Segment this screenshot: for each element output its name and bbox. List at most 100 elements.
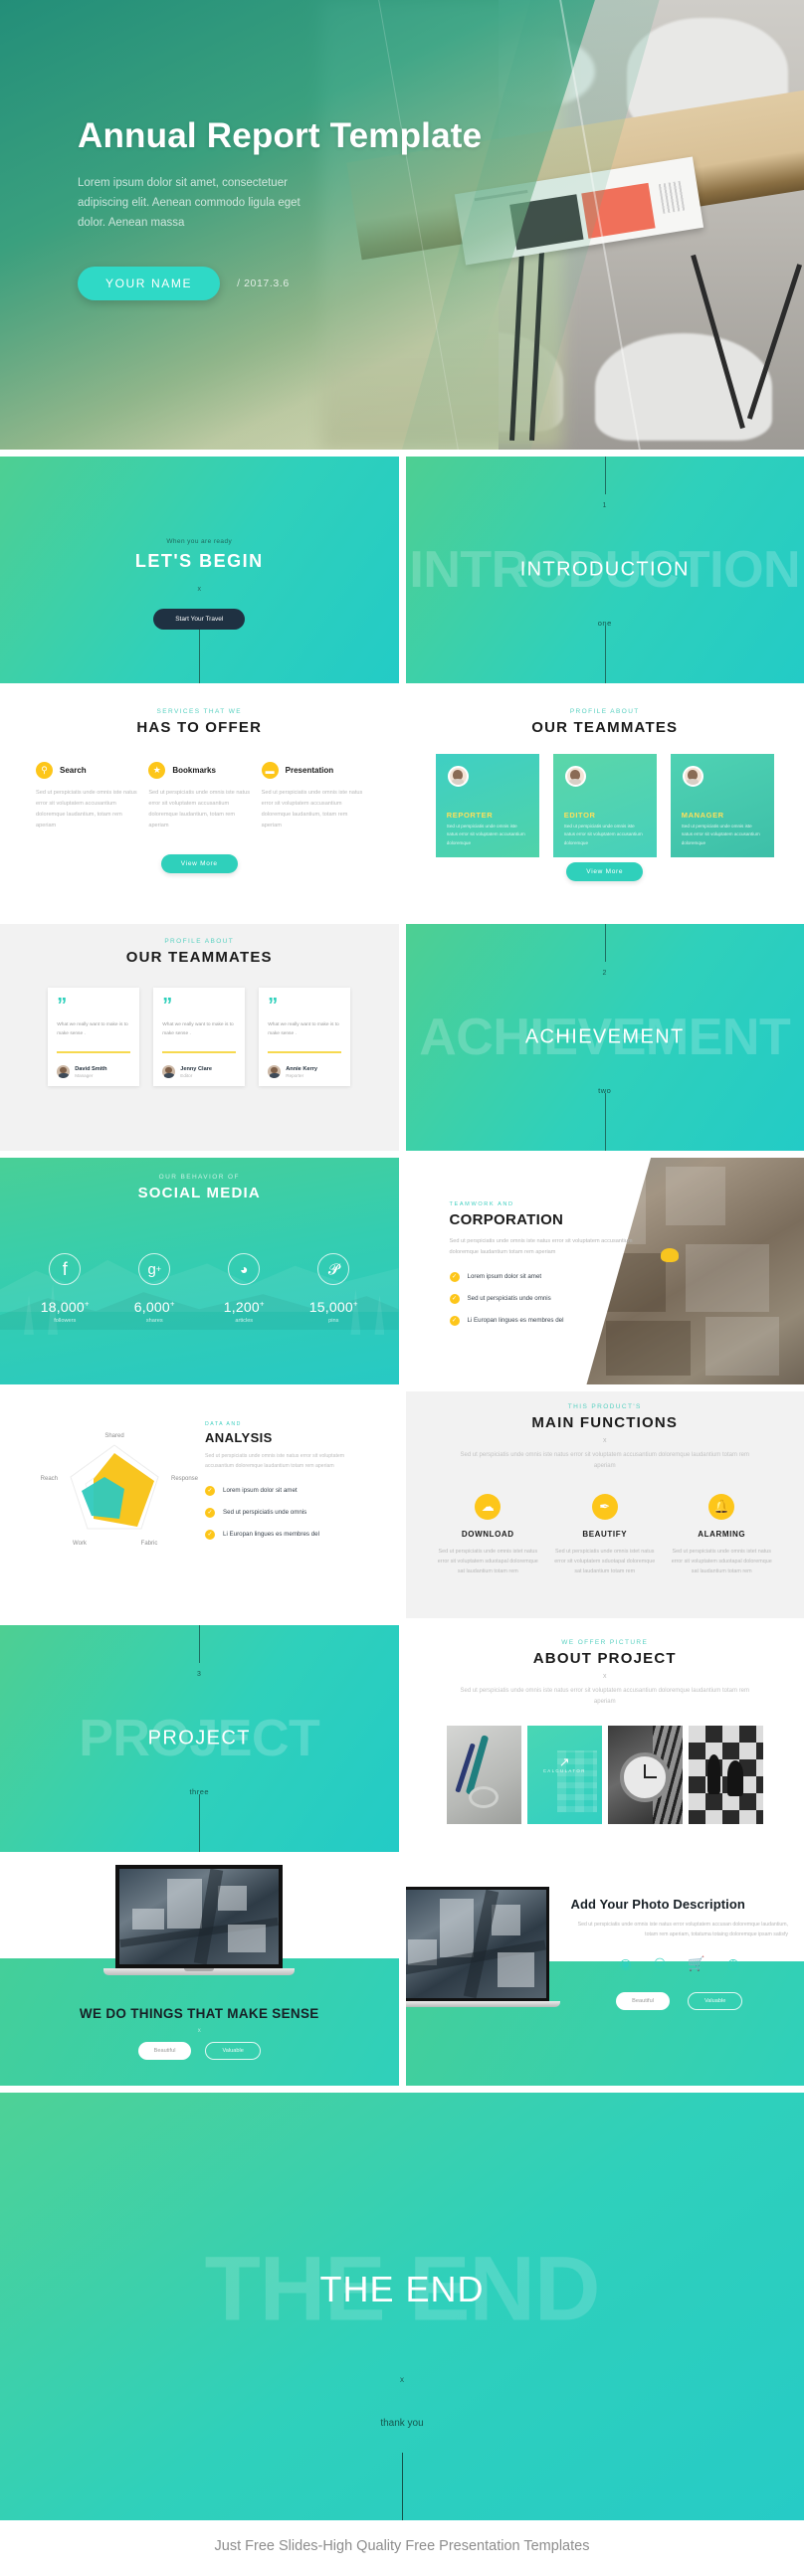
hard-hat-icon <box>661 1248 679 1262</box>
main-functions-divider: x <box>406 1437 804 1444</box>
bullet-text: Lorem ipsum dolor sit amet <box>223 1487 298 1494</box>
teammate-card[interactable]: MANAGER Sed ut perspiciatis unde omnis i… <box>671 754 774 857</box>
teammate-card[interactable]: EDITOR Sed ut perspiciatis unde omnis is… <box>553 754 657 857</box>
about-project-title: ABOUT PROJECT <box>406 1650 804 1667</box>
the-end-vertical-line <box>402 2453 403 2520</box>
your-name-button[interactable]: YOUR NAME <box>78 267 220 300</box>
check-circle-icon: ✓ <box>450 1294 460 1304</box>
quote-card[interactable]: ” What we really want to make is to make… <box>259 988 350 1086</box>
valuable-button[interactable]: Valuable <box>205 2042 260 2060</box>
slide-make-sense[interactable]: WE DO THINGS THAT MAKE SENSE x Beautiful… <box>0 1859 399 2086</box>
hero-content: Annual Report Template Lorem ipsum dolor… <box>78 114 496 300</box>
about-project-description: Sed ut perspiciatis unde omnis iste natu… <box>456 1686 754 1708</box>
slide-the-end[interactable]: THE END THE END x thank you <box>0 2093 804 2520</box>
view-more-button-teammates[interactable]: View More <box>566 862 643 881</box>
slide-about-project[interactable]: We offer picture ABOUT PROJECT x Sed ut … <box>406 1625 804 1852</box>
quote-divider <box>57 1051 130 1053</box>
google-plus-icon[interactable]: g+ <box>138 1253 170 1285</box>
social-media-title: SOCIAL MEDIA <box>0 1185 399 1201</box>
lets-begin-title: LET'S BEGIN <box>0 551 399 572</box>
presentation-icon: ▬ <box>262 762 279 779</box>
valuable-button[interactable]: Valuable <box>688 1992 742 2010</box>
slide-analysis[interactable]: Shared Response Fabric Work Reach DATA A… <box>0 1391 399 1618</box>
check-circle-icon: ✓ <box>205 1508 215 1518</box>
slide-row-7: WE DO THINGS THAT MAKE SENSE x Beautiful… <box>0 1859 804 2086</box>
slide-row-5: Shared Response Fabric Work Reach DATA A… <box>0 1391 804 1618</box>
view-more-button-offer[interactable]: View More <box>161 854 238 873</box>
beautiful-button[interactable]: Beautiful <box>616 1992 670 2010</box>
city-aerial-photo <box>406 1890 546 1998</box>
analysis-eyebrow: DATA AND <box>205 1421 364 1427</box>
the-end-title: THE END <box>319 2269 484 2310</box>
slide-corporation[interactable]: TEAMWORK AND CORPORATION Sed ut perspici… <box>406 1158 804 1384</box>
shopping-cart-icon[interactable]: 🛒 <box>688 1955 704 1972</box>
quote-mark-icon: ” <box>162 997 236 1014</box>
slide-introduction[interactable]: 1 INTRODUCTION INTRODUCTION one <box>406 457 804 683</box>
slide-project[interactable]: 3 PROJECT PROJECT three <box>0 1625 399 1852</box>
offer-text-bookmarks: Sed ut perspiciatis unde omnis iste natu… <box>148 788 250 831</box>
list-item: ✓ Sed ut perspiciatis unde omnis <box>205 1508 364 1518</box>
introduction-title: INTRODUCTION <box>520 559 690 582</box>
main-functions-eyebrow: This product's <box>406 1403 804 1410</box>
camera-icon[interactable]: ◉ <box>620 1955 632 1972</box>
bullet-text: Sed ut perspiciatis unde omnis <box>468 1295 551 1302</box>
gallery-image-chess[interactable] <box>689 1726 763 1824</box>
quote-author-name: David Smith <box>75 1066 106 1072</box>
gallery-image-calculator[interactable]: ↗ CALCULATOR <box>527 1726 602 1824</box>
search-icon: ⚲ <box>36 762 53 779</box>
make-sense-divider: x <box>0 2028 399 2034</box>
teammate-card[interactable]: REPORTER Sed ut perspiciatis unde omnis … <box>436 754 539 857</box>
about-project-eyebrow: We offer picture <box>406 1639 804 1646</box>
corporation-eyebrow: TEAMWORK AND <box>450 1201 659 1207</box>
radar-chart: Shared Response Fabric Work Reach <box>22 1419 207 1578</box>
pinterest-icon[interactable]: 𝓟 <box>317 1253 349 1285</box>
list-item: ✓ Sed ut perspiciatis unde omnis <box>450 1294 659 1304</box>
weibo-icon[interactable]: ◕ <box>228 1253 260 1285</box>
offer-text-presentation: Sed ut perspiciatis unde omnis iste natu… <box>262 788 363 831</box>
gallery-image-stethoscope[interactable] <box>447 1726 521 1824</box>
offer-title-presentation: Presentation <box>286 766 333 775</box>
avatar <box>268 1065 281 1078</box>
check-circle-icon: ✓ <box>450 1272 460 1282</box>
hero-cta-row: YOUR NAME / 2017.3.6 <box>78 267 496 300</box>
slide-achievement[interactable]: 2 ACHIEVEMENT ACHIEVEMENT two <box>406 924 804 1151</box>
slide-row-4: Our behavior of SOCIAL MEDIA f g+ ◕ 𝓟 18… <box>0 1158 804 1384</box>
stat-sup-shares: + <box>170 1299 175 1308</box>
offer-text-search: Sed ut perspiciatis unde omnis iste natu… <box>36 788 137 831</box>
slide-row-3: Profile about OUR TEAMMATES ” What we re… <box>0 924 804 1151</box>
slide-has-to-offer[interactable]: Services that we HAS TO OFFER ⚲ Search S… <box>0 690 399 917</box>
laptop-mockup <box>115 1865 283 1975</box>
download-cloud-icon: ☁ <box>475 1494 501 1520</box>
svg-text:Shared: Shared <box>104 1433 123 1439</box>
slide-lets-begin[interactable]: When you are ready LET'S BEGIN x Start Y… <box>0 457 399 683</box>
has-to-offer-eyebrow: Services that we <box>0 708 399 715</box>
gallery-label: CALCULATOR <box>527 1768 602 1773</box>
clock-icon[interactable]: ◷ <box>727 1955 739 1972</box>
social-media-eyebrow: Our behavior of <box>0 1174 399 1181</box>
quote-card[interactable]: ” What we really want to make is to make… <box>153 988 245 1086</box>
stat-followers: 18,000+ followers <box>37 1299 93 1324</box>
slide-social-media[interactable]: Our behavior of SOCIAL MEDIA f g+ ◕ 𝓟 18… <box>0 1158 399 1384</box>
lets-begin-eyebrow: When you are ready <box>0 538 399 545</box>
analysis-text-block: DATA AND ANALYSIS Sed ut perspiciatis un… <box>205 1421 364 1552</box>
slide-main-functions[interactable]: This product's MAIN FUNCTIONS x Sed ut p… <box>406 1391 804 1618</box>
beautiful-button[interactable]: Beautiful <box>138 2042 192 2060</box>
slide-row-6: 3 PROJECT PROJECT three We offer picture… <box>0 1625 804 1852</box>
analysis-bullet-list: ✓ Lorem ipsum dolor sit amet ✓ Sed ut pe… <box>205 1486 364 1540</box>
teammate-text: Sed ut perspiciatis unde omnis iste natu… <box>447 823 528 847</box>
bullet-text: Sed ut perspiciatis unde omnis <box>223 1509 306 1516</box>
hero-title: Annual Report Template <box>78 114 496 157</box>
microphone-icon[interactable]: ⚇ <box>654 1955 667 1972</box>
stat-value-articles: 1,200 <box>224 1299 260 1315</box>
slide-our-teammates-cards[interactable]: Profile about OUR TEAMMATES REPORTER Sed… <box>406 690 804 917</box>
quote-card[interactable]: ” What we really want to make is to make… <box>48 988 139 1086</box>
start-your-travel-button[interactable]: Start Your Travel <box>153 609 245 630</box>
gallery-image-clock[interactable] <box>608 1726 683 1824</box>
facebook-icon[interactable]: f <box>49 1253 81 1285</box>
teammates-eyebrow: Profile about <box>406 708 804 715</box>
slide-photo-description[interactable]: Add Your Photo Description Sed ut perspi… <box>406 1859 804 2086</box>
magic-wand-icon: ✒ <box>592 1494 618 1520</box>
check-circle-icon: ✓ <box>205 1530 215 1540</box>
slide-teammate-quotes[interactable]: Profile about OUR TEAMMATES ” What we re… <box>0 924 399 1151</box>
function-title-beautify: BEAUTIFY <box>552 1530 658 1539</box>
